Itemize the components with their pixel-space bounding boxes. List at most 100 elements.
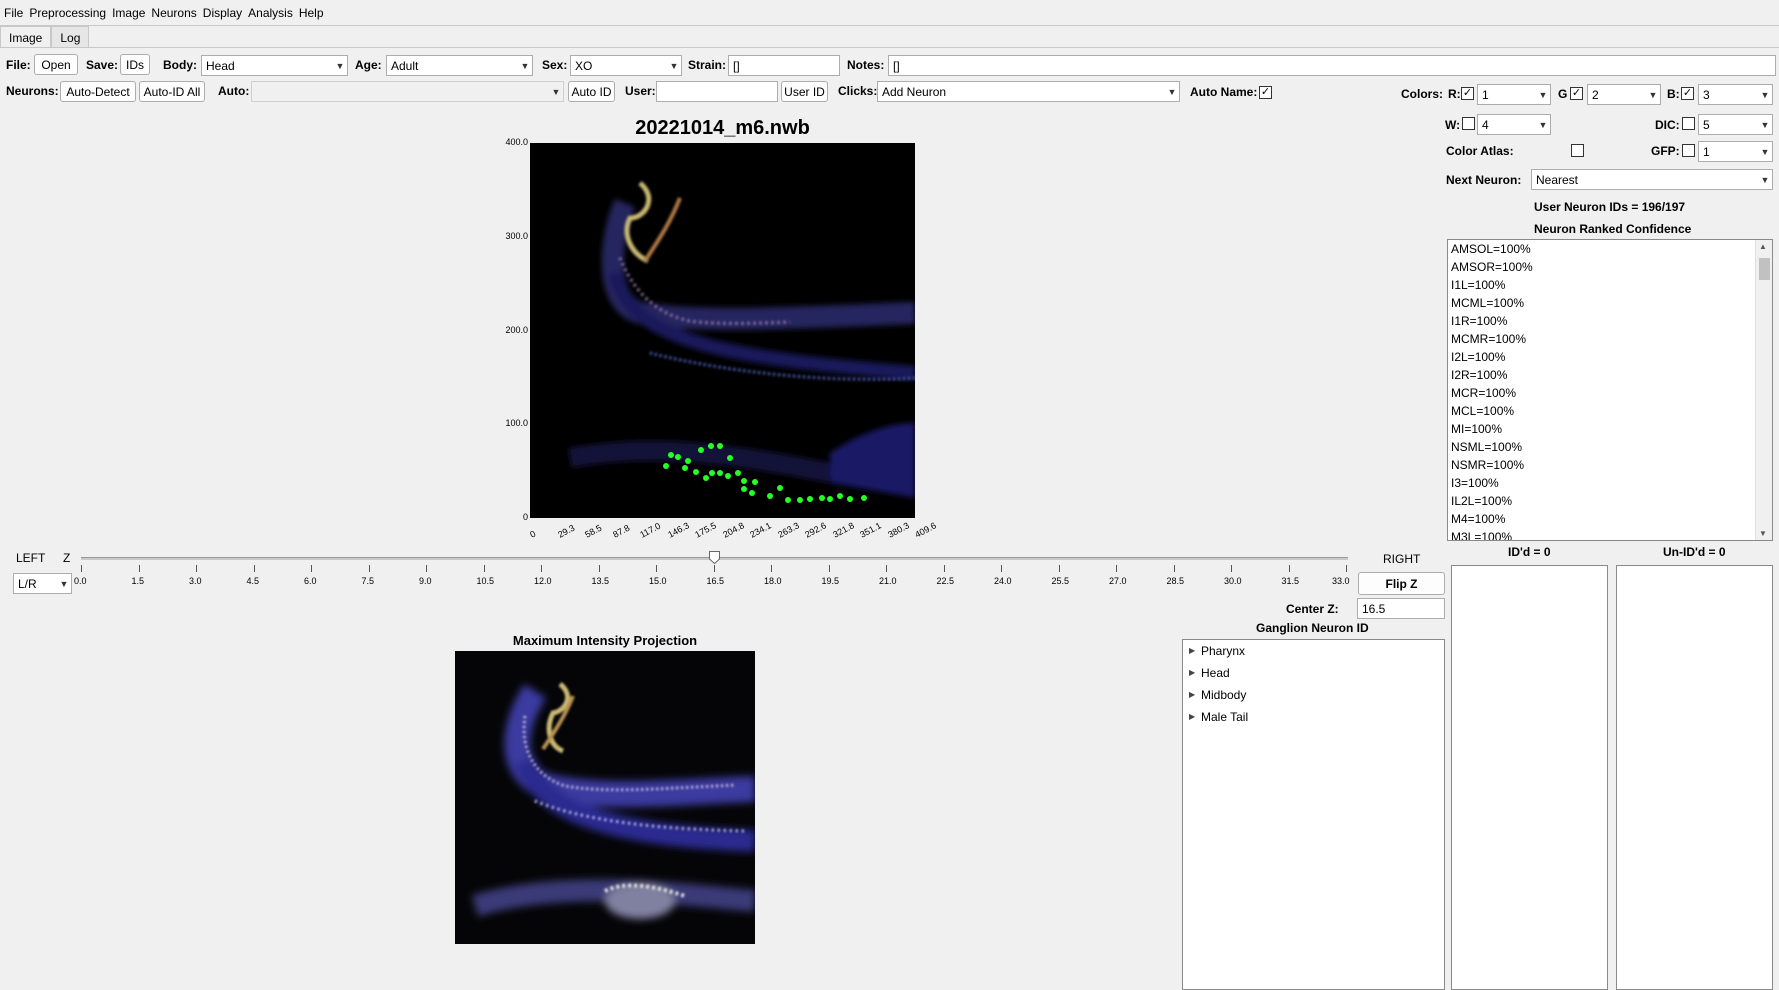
tab-divider (0, 47, 1779, 48)
mip-image[interactable] (455, 651, 757, 944)
ranked-list-items: AMSOL=100% AMSOR=100% I1L=100% MCML=100% I1R… (1448, 240, 1754, 540)
scroll-up-icon[interactable]: ▲ (1759, 242, 1767, 251)
body-select[interactable]: Head ▼ (201, 55, 348, 76)
strain-input[interactable]: [] (728, 55, 840, 76)
ranked-list-item[interactable]: I3=100% (1448, 474, 1754, 492)
ranked-list-item[interactable]: M4=100% (1448, 510, 1754, 528)
user-id-button[interactable]: User ID (781, 81, 828, 102)
menu-preprocessing[interactable]: Preprocessing (28, 6, 111, 20)
ranked-list-item[interactable]: AMSOL=100% (1448, 240, 1754, 258)
z-tick-label: 3.0 (189, 576, 202, 586)
w-channel-select[interactable]: 4 ▼ (1477, 114, 1551, 135)
tab-log[interactable]: Log (51, 26, 90, 48)
tab-image[interactable]: Image (0, 26, 52, 48)
sex-value: XO (575, 58, 593, 73)
tree-item-male-tail[interactable]: ▶ Male Tail (1183, 706, 1444, 728)
unidd-list[interactable] (1616, 565, 1773, 990)
tree-item-head[interactable]: ▶ Head (1183, 662, 1444, 684)
auto-select[interactable]: ▼ (251, 81, 564, 102)
chevron-down-icon: ▼ (1760, 174, 1770, 185)
lr-select[interactable]: L/R ▼ (13, 573, 72, 594)
menu-image[interactable]: Image (111, 6, 150, 20)
z-tick-mark (1346, 565, 1347, 572)
gfp-channel-select[interactable]: 1 ▼ (1698, 141, 1773, 162)
ranked-confidence-list[interactable]: AMSOL=100% AMSOR=100% I1L=100% MCML=100% I1R… (1447, 239, 1773, 541)
z-tick-label: 15.0 (649, 576, 667, 586)
w-checkbox[interactable] (1462, 117, 1475, 130)
ranked-list-item[interactable]: MCMR=100% (1448, 330, 1754, 348)
ranked-list-item[interactable]: I1R=100% (1448, 312, 1754, 330)
tree-item-label: Head (1201, 666, 1230, 680)
g-checkbox[interactable]: ✓ (1570, 87, 1583, 100)
z-slider-thumb[interactable] (708, 551, 720, 565)
menu-analysis[interactable]: Analysis (247, 6, 298, 20)
w-label: W: (1445, 118, 1461, 132)
g-channel-select[interactable]: 2 ▼ (1587, 84, 1661, 105)
check-icon: ✓ (1462, 87, 1473, 99)
open-button[interactable]: Open (34, 54, 78, 75)
gfp-checkbox[interactable] (1682, 144, 1695, 157)
gfp-channel-value: 1 (1703, 144, 1710, 159)
ranked-list-item[interactable]: NSMR=100% (1448, 456, 1754, 474)
clicks-label: Clicks: (838, 84, 878, 98)
ranked-list-item[interactable]: MCR=100% (1448, 384, 1754, 402)
ranked-list-item[interactable]: AMSOR=100% (1448, 258, 1754, 276)
menu-neurons[interactable]: Neurons (150, 6, 201, 20)
ganglion-title: Ganglion Neuron ID (1256, 621, 1369, 635)
menu-help[interactable]: Help (298, 6, 329, 20)
color-atlas-checkbox[interactable] (1571, 144, 1584, 157)
ranked-list-item[interactable]: I1L=100% (1448, 276, 1754, 294)
ranked-list-item[interactable]: M3L=100% (1448, 528, 1754, 540)
auto-id-all-button[interactable]: Auto-ID All (139, 81, 205, 102)
b-checkbox[interactable]: ✓ (1681, 87, 1694, 100)
auto-label: Auto: (218, 84, 250, 98)
clicks-select[interactable]: Add Neuron ▼ (877, 81, 1180, 102)
ranked-list-item[interactable]: MI=100% (1448, 420, 1754, 438)
tree-item-label: Male Tail (1201, 710, 1249, 724)
z-tick-mark (713, 565, 715, 572)
chevron-down-icon: ▼ (1538, 119, 1548, 130)
ganglion-tree[interactable]: ▶ Pharynx ▶ Head ▶ Midbody ▶ Male Tail (1182, 639, 1445, 990)
lr-value: L/R (18, 576, 37, 591)
notes-input[interactable]: [] (888, 55, 1776, 76)
g-channel-value: 2 (1592, 87, 1599, 102)
auto-id-button[interactable]: Auto ID (568, 81, 615, 102)
ranked-list-item[interactable]: MCML=100% (1448, 294, 1754, 312)
main-image-view[interactable] (530, 143, 916, 518)
scrollbar-thumb[interactable] (1759, 258, 1770, 280)
ranked-list-item[interactable]: I2L=100% (1448, 348, 1754, 366)
flip-z-button[interactable]: Flip Z (1358, 572, 1445, 595)
ranked-list-item[interactable]: MCL=100% (1448, 402, 1754, 420)
b-channel-select[interactable]: 3 ▼ (1698, 84, 1773, 105)
x-tick-label: 146.3 (665, 520, 691, 540)
menu-file[interactable]: File (3, 6, 28, 20)
z-tick-label: 33.0 (1332, 576, 1350, 586)
ranked-list-item[interactable]: I2R=100% (1448, 366, 1754, 384)
tree-item-pharynx[interactable]: ▶ Pharynx (1183, 640, 1444, 662)
auto-name-checkbox[interactable]: ✓ (1259, 86, 1272, 99)
save-ids-button[interactable]: IDs (120, 54, 150, 75)
user-input[interactable] (656, 81, 778, 102)
check-icon: ✓ (1571, 87, 1582, 99)
ranked-list-item[interactable]: IL2L=100% (1448, 492, 1754, 510)
dic-channel-select[interactable]: 5 ▼ (1698, 114, 1773, 135)
z-tick-mark (196, 565, 197, 572)
scroll-down-icon[interactable]: ▼ (1759, 529, 1767, 538)
next-neuron-select[interactable]: Nearest ▼ (1531, 169, 1773, 190)
z-tick-mark (426, 565, 427, 572)
dic-checkbox[interactable] (1682, 117, 1695, 130)
menu-display[interactable]: Display (202, 6, 247, 20)
check-icon: ✓ (1260, 86, 1271, 98)
body-label: Body: (163, 58, 197, 72)
scrollbar[interactable]: ▲ ▼ (1755, 240, 1772, 540)
sex-select[interactable]: XO ▼ (570, 55, 682, 76)
age-select[interactable]: Adult ▼ (386, 55, 533, 76)
r-checkbox[interactable]: ✓ (1461, 87, 1474, 100)
r-channel-select[interactable]: 1 ▼ (1477, 84, 1551, 105)
ranked-list-item[interactable]: NSML=100% (1448, 438, 1754, 456)
tree-item-midbody[interactable]: ▶ Midbody (1183, 684, 1444, 706)
center-z-input[interactable]: 16.5 (1357, 598, 1445, 619)
save-label: Save: (86, 58, 119, 72)
idd-list[interactable] (1451, 565, 1608, 990)
auto-detect-button[interactable]: Auto-Detect (60, 81, 136, 102)
